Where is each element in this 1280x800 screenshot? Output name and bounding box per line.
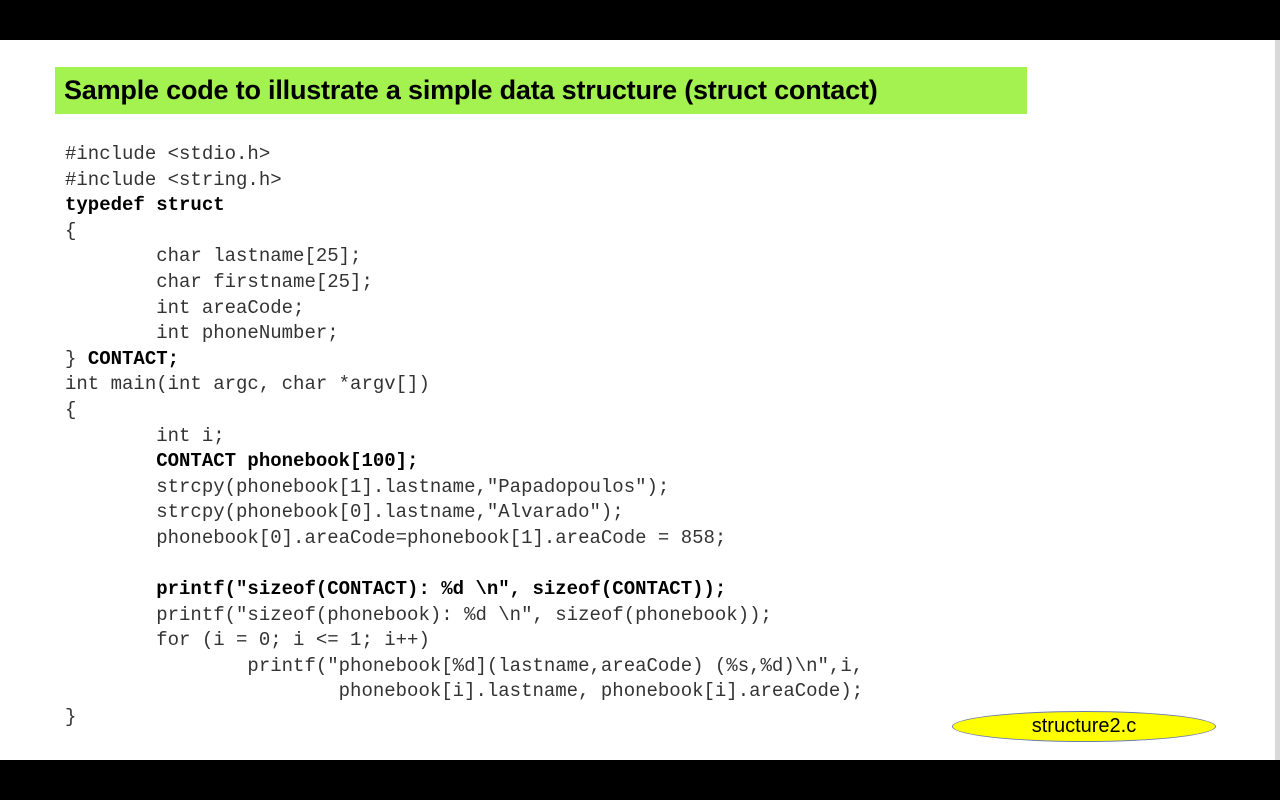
code-line-1: #include <stdio.h> [65,143,271,165]
code-line-21: printf("phonebook[%d](lastname,areaCode)… [65,654,864,677]
filename-badge-label: structure2.c [1031,715,1137,737]
code-line-7: int areaCode; [65,296,305,319]
code-block: #include <stdio.h> #include <string.h> t… [65,142,965,731]
phonebook-declaration: CONTACT phonebook[100]; [156,450,419,473]
code-line-14: strcpy(phonebook[1].lastname,"Papadopoul… [65,475,670,498]
code-line-6: char firstname[25]; [65,270,373,293]
code-line-18: printf("sizeof(CONTACT): %d \n", sizeof(… [65,577,965,603]
code-line-4: { [65,219,77,242]
typedef-name: CONTACT; [87,347,180,370]
slide-title: Sample code to illustrate a simple data … [64,75,878,105]
closing-brace: } [65,347,88,370]
code-line-13: CONTACT phonebook[100]; [65,449,965,475]
code-line-5: char lastname[25]; [65,245,362,268]
code-line-19: printf("sizeof(phonebook): %d \n", sizeo… [65,603,772,626]
code-line-12: int i; [65,424,225,447]
sizeof-contact-printf: printf("sizeof(CONTACT): %d \n", sizeof(… [156,578,727,601]
code-line-11: { [65,398,77,421]
code-line-2: #include <string.h> [65,168,282,191]
code-line-22: phonebook[i].lastname, phonebook[i].area… [65,680,864,703]
code-line-15: strcpy(phonebook[0].lastname,"Alvarado")… [65,501,624,524]
code-line-10: int main(int argc, char *argv[]) [65,373,430,396]
code-line-9: } CONTACT; [65,347,965,373]
slide: Sample code to illustrate a simple data … [0,40,1280,760]
code-line-23: } [65,706,77,729]
filename-badge: structure2.c [952,711,1216,742]
slide-edge-strip [1275,40,1280,760]
code-line-16: phonebook[0].areaCode=phonebook[1].areaC… [65,526,727,549]
code-line-20: for (i = 0; i <= 1; i++) [65,629,430,652]
code-line-8: int phoneNumber; [65,322,339,345]
title-bar: Sample code to illustrate a simple data … [55,67,1027,114]
code-line-3: typedef struct [65,194,225,217]
